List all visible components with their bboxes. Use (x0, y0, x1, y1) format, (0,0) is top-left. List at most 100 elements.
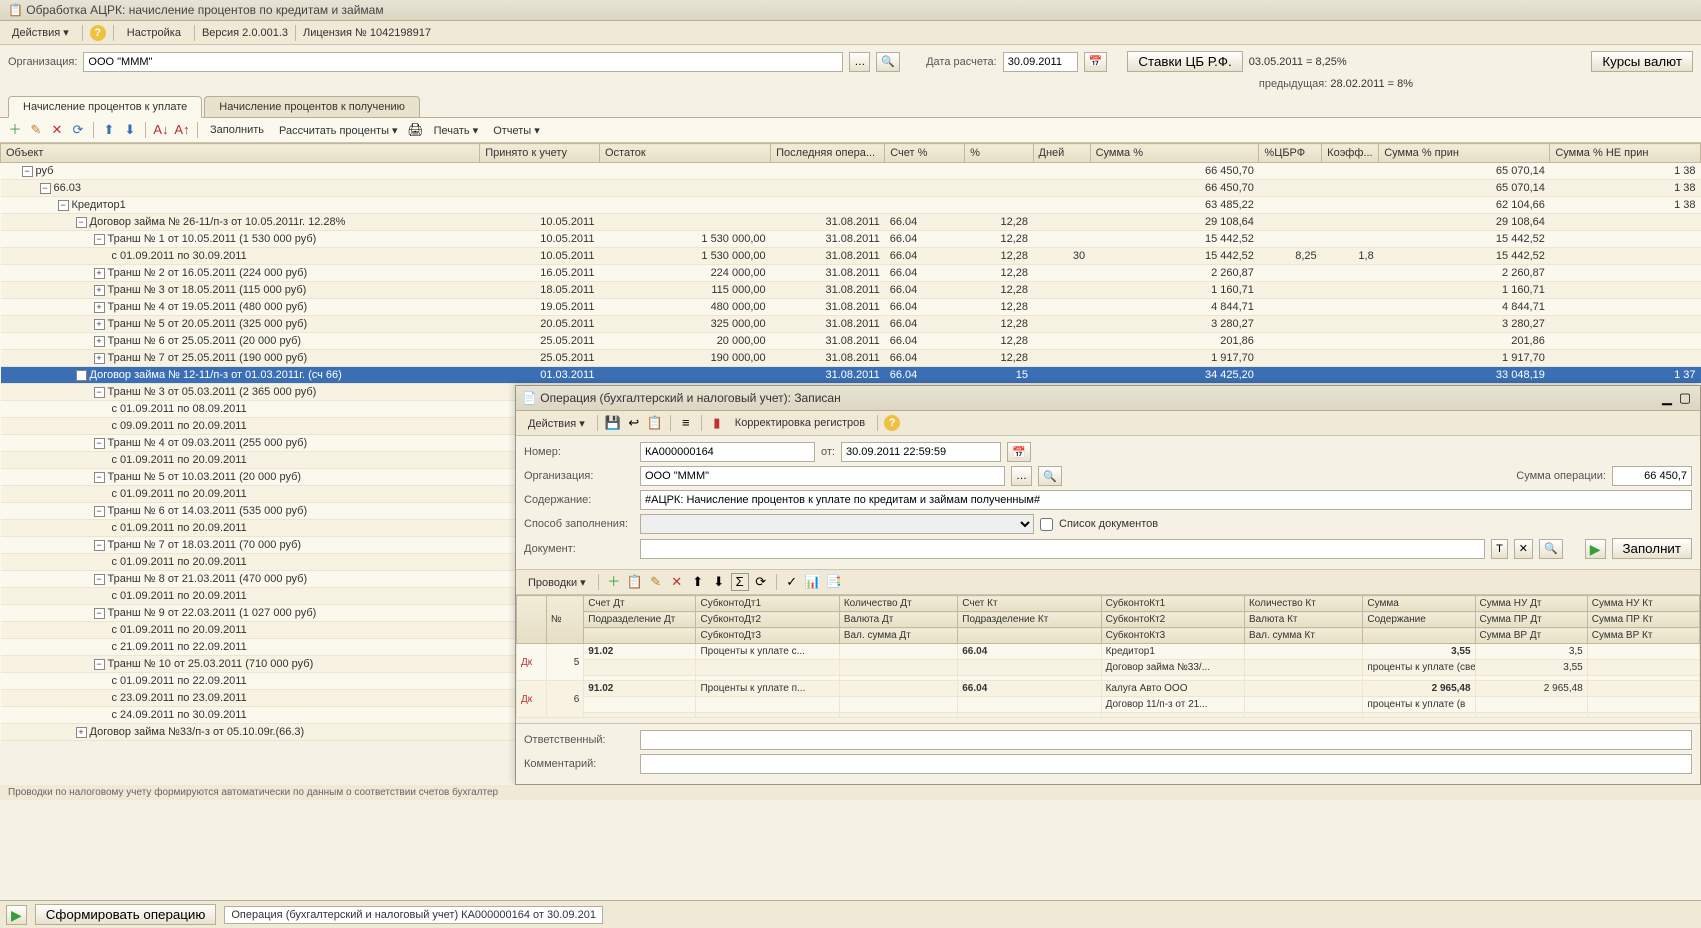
entry-up[interactable]: ⬆ (689, 573, 707, 591)
col-sum[interactable]: Сумма % (1090, 144, 1259, 163)
entry-row[interactable]: Дк6 91.02Проценты к уплате п...66.04Калу… (517, 681, 1700, 697)
table-row[interactable]: +Транш № 2 от 16.05.2011 (224 000 руб) 1… (1, 265, 1701, 282)
table-row[interactable]: −Кредитор1 63 485,22 62 104,661 38 (1, 197, 1701, 214)
entry-row[interactable]: Договор 11/п-з от 21... проценты к уплат… (517, 697, 1700, 713)
doc-search-button[interactable]: 🔍 (1539, 539, 1563, 559)
tree-toggle[interactable]: − (94, 472, 105, 483)
fill-run-button[interactable]: ▶ (1585, 539, 1606, 559)
entry-delete[interactable]: ✕ (668, 573, 686, 591)
tree-toggle[interactable]: − (94, 506, 105, 517)
entry-down[interactable]: ⬇ (710, 573, 728, 591)
doc-x-button[interactable]: ✕ (1514, 539, 1533, 559)
tree-toggle[interactable]: − (94, 234, 105, 245)
tree-toggle[interactable]: + (94, 268, 105, 279)
comm-input[interactable] (640, 754, 1692, 774)
table-row[interactable]: −Договор займа № 26-11/п-з от 10.05.2011… (1, 214, 1701, 231)
col-balance[interactable]: Остаток (599, 144, 770, 163)
tree-toggle[interactable]: − (94, 438, 105, 449)
entries-grid[interactable]: № Счет ДтСубконтоДт1Количество Дт Счет К… (516, 595, 1700, 718)
listdocs-checkbox[interactable] (1040, 518, 1053, 531)
date-picker-button[interactable]: 📅 (1084, 52, 1108, 72)
date-input[interactable] (1003, 52, 1078, 72)
col-lastop[interactable]: Последняя опера... (771, 144, 885, 163)
tab-payable[interactable]: Начисление процентов к уплате (8, 96, 202, 118)
col-days[interactable]: Дней (1033, 144, 1090, 163)
move-down-button[interactable]: ⬇ (121, 121, 139, 139)
entry-tool2[interactable]: 📑 (825, 573, 843, 591)
table-row[interactable]: +Транш № 4 от 19.05.2011 (480 000 руб) 1… (1, 299, 1701, 316)
col-neprin[interactable]: Сумма % НЕ прин (1550, 144, 1701, 163)
table-row[interactable]: +Транш № 6 от 25.05.2011 (20 000 руб) 25… (1, 333, 1701, 350)
table-row[interactable]: −Договор займа № 12-11/п-з от 01.03.2011… (1, 367, 1701, 384)
run-button[interactable]: ▶ (6, 905, 27, 925)
col-acct[interactable]: Счет % (885, 144, 965, 163)
org-clear-button[interactable]: … (849, 52, 870, 72)
tree-toggle[interactable]: + (94, 353, 105, 364)
tree-toggle[interactable]: − (94, 574, 105, 585)
doc-input[interactable] (640, 539, 1485, 559)
col-accepted[interactable]: Принято к учету (480, 144, 600, 163)
col-coef[interactable]: Коэфф... (1322, 144, 1379, 163)
print-menu[interactable]: Печать ▾ (428, 122, 485, 139)
num-input[interactable] (640, 442, 815, 462)
ov-list-button[interactable]: ≡ (677, 414, 695, 432)
cbrf-rates-button[interactable]: Ставки ЦБ Р.Ф. (1127, 51, 1242, 72)
fill-select[interactable] (640, 514, 1034, 534)
entry-refresh[interactable]: ⟳ (752, 573, 770, 591)
help-icon[interactable]: ? (90, 25, 106, 41)
table-row[interactable]: +Транш № 7 от 25.05.2011 (190 000 руб) 2… (1, 350, 1701, 367)
currency-rates-button[interactable]: Курсы валют (1591, 51, 1693, 72)
calc-button[interactable]: Рассчитать проценты ▾ (273, 122, 404, 139)
refresh-button[interactable]: ⟳ (69, 121, 87, 139)
desc-input[interactable] (640, 490, 1692, 510)
sort-desc-button[interactable]: A↑ (173, 121, 191, 139)
edit-button[interactable]: ✎ (27, 121, 45, 139)
tree-toggle[interactable]: − (94, 387, 105, 398)
tree-toggle[interactable]: + (94, 336, 105, 347)
sort-asc-button[interactable]: A↓ (152, 121, 170, 139)
minimize-button[interactable]: ▁ (1658, 389, 1676, 407)
doc-t-button[interactable]: T (1491, 539, 1508, 559)
ov-restore-button[interactable]: ↩ (625, 414, 643, 432)
ov-help-icon[interactable]: ? (884, 415, 900, 431)
table-row[interactable]: с 01.09.2011 по 30.09.2011 10.05.20111 5… (1, 248, 1701, 265)
ov-copy-button[interactable]: 📋 (646, 414, 664, 432)
tree-toggle[interactable]: − (94, 608, 105, 619)
tree-toggle[interactable]: − (94, 540, 105, 551)
ov-corr-button[interactable]: Корректировка регистров (729, 415, 871, 431)
entries-menu[interactable]: Проводки ▾ (522, 574, 592, 591)
col-cbrf[interactable]: %ЦБРФ (1259, 144, 1322, 163)
move-up-button[interactable]: ⬆ (100, 121, 118, 139)
tree-toggle[interactable]: − (40, 183, 51, 194)
org-input[interactable] (83, 52, 843, 72)
tree-toggle[interactable]: − (58, 200, 69, 211)
ov-org-input[interactable] (640, 466, 1005, 486)
fill-text-button[interactable]: Заполнит (1612, 538, 1693, 559)
tree-toggle[interactable]: − (76, 217, 87, 228)
org-search-button[interactable]: 🔍 (876, 52, 900, 72)
tab-receivable[interactable]: Начисление процентов к получению (204, 96, 420, 117)
entry-check[interactable]: ✓ (783, 573, 801, 591)
from-date-picker[interactable]: 📅 (1007, 442, 1031, 462)
table-row[interactable]: −66.03 66 450,70 65 070,141 38 (1, 180, 1701, 197)
maximize-button[interactable]: ▢ (1676, 389, 1694, 407)
entry-add[interactable]: ＋ (605, 573, 623, 591)
tree-toggle[interactable]: + (94, 319, 105, 330)
entry-copy[interactable]: 📋 (626, 573, 644, 591)
table-row[interactable]: −руб 66 450,70 65 070,141 38 (1, 163, 1701, 180)
table-row[interactable]: −Транш № 1 от 10.05.2011 (1 530 000 руб)… (1, 231, 1701, 248)
settings-menu[interactable]: Настройка (121, 25, 187, 41)
from-input[interactable] (841, 442, 1001, 462)
add-button[interactable]: ＋ (6, 121, 24, 139)
ov-actions-menu[interactable]: Действия ▾ (522, 415, 591, 432)
table-row[interactable]: +Транш № 3 от 18.05.2011 (115 000 руб) 1… (1, 282, 1701, 299)
ov-save-button[interactable]: 💾 (604, 414, 622, 432)
tree-toggle[interactable]: + (94, 285, 105, 296)
opsum-input[interactable] (1612, 466, 1692, 486)
ov-org-select[interactable]: … (1011, 466, 1032, 486)
col-prin[interactable]: Сумма % прин (1379, 144, 1550, 163)
col-pct[interactable]: % (965, 144, 1033, 163)
reports-menu[interactable]: Отчеты ▾ (487, 122, 546, 139)
tree-toggle[interactable]: + (76, 727, 87, 738)
tree-toggle[interactable]: − (22, 166, 33, 177)
